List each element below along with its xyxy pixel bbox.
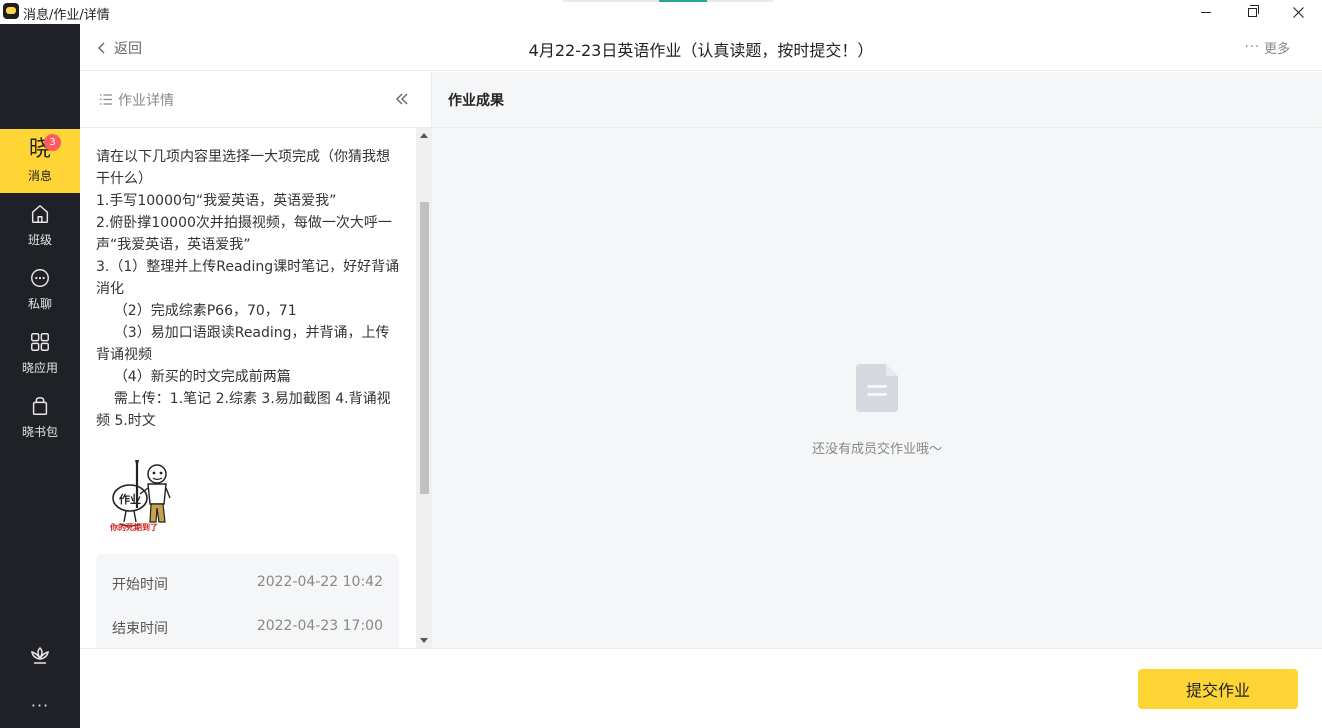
start-time-value: 2022-04-22 10:42 [256,574,383,590]
detail-content: 请在以下几项内容里选择一大项完成（你猜我想干什么） 1.手写10000句“我爱英… [80,128,416,648]
sidebar-item-messages[interactable]: 晓 3 消息 [0,129,80,193]
detail-panel-title: 作业详情 [118,93,174,109]
schoolbag-icon [28,394,52,418]
list-icon [100,94,112,105]
sticker-caption: 你的死期到了 [110,523,158,532]
results-panel-header: 作业成果 [432,72,1322,128]
page-header: 返回 4月22-23日英语作业（认真读题，按时提交！） ··· 更多 [80,24,1322,71]
empty-state-text: 还没有成员交作业哦～ [811,442,942,457]
sidebar-item-label: 消息 [27,169,52,183]
end-time-label: 结束时间 [112,621,168,637]
scrollbar-thumb[interactable] [420,202,429,494]
sidebar-item-label: 晓应用 [21,361,58,375]
sidebar-item-label: 晓书包 [21,425,58,439]
double-chevron-left-icon[interactable] [394,91,410,107]
sidebar: 晓 3 消息 班级 私聊 晓应用 晓书包 ··· [0,24,80,728]
unread-badge: 3 [44,134,61,151]
chat-bubble-icon [28,266,52,290]
document-icon [856,364,898,412]
sidebar-item-private-chat[interactable]: 私聊 [0,257,80,321]
more-button[interactable]: ··· 更多 [1245,38,1290,57]
more-label: 更多 [1263,42,1290,57]
sidebar-item-label: 私聊 [27,297,52,311]
restore-icon [1247,4,1259,17]
sidebar-item-class[interactable]: 班级 [0,193,80,257]
submit-homework-button[interactable]: 提交作业 [1138,669,1298,709]
detail-scrollbar[interactable] [416,128,432,648]
homework-detail-panel: 作业详情 请在以下几项内容里选择一大项完成（你猜我想干什么） 1.手写10000… [80,72,432,648]
window-title: 消息/作业/详情 [23,8,110,23]
end-time-row: 结束时间 2022-04-23 17:00 [112,618,383,638]
results-panel-title: 作业成果 [448,93,504,109]
ellipsis-icon: ··· [1244,40,1260,55]
title-bar: 消息/作业/详情 [0,0,1322,24]
scroll-up-arrow-icon[interactable] [420,133,428,138]
lotus-button[interactable] [0,644,80,668]
sidebar-item-apps[interactable]: 晓应用 [0,321,80,385]
more-dots-icon: ··· [30,696,50,715]
sidebar-item-schoolbag[interactable]: 晓书包 [0,385,80,449]
close-button[interactable] [1275,0,1321,24]
home-icon [28,202,52,226]
start-time-label: 开始时间 [112,577,168,593]
page-title: 4月22-23日英语作业（认真读题，按时提交！） [528,41,874,60]
app-logo-icon [3,3,19,19]
app-grid-icon [28,330,52,354]
title-bar-accent [563,0,773,2]
homework-description: 请在以下几项内容里选择一大项完成（你猜我想干什么） 1.手写10000句“我爱英… [96,149,400,429]
more-options-button[interactable]: ··· [0,696,80,715]
lotus-icon [31,646,49,664]
time-info-card: 开始时间 2022-04-22 10:42 结束时间 2022-04-23 17… [96,554,399,648]
sidebar-item-label: 班级 [27,233,52,247]
minimize-button[interactable] [1183,0,1229,24]
scroll-down-arrow-icon[interactable] [420,638,428,643]
footer-bar: 提交作业 [80,648,1322,728]
detail-panel-header: 作业详情 [80,72,432,128]
homework-results-panel: 作业成果 还没有成员交作业哦～ [432,72,1322,648]
maximize-button[interactable] [1229,0,1275,24]
minimize-icon [1201,11,1211,13]
start-time-row: 开始时间 2022-04-22 10:42 [112,574,383,594]
end-time-value: 2022-04-23 17:00 [256,618,383,634]
close-icon [1292,6,1304,18]
